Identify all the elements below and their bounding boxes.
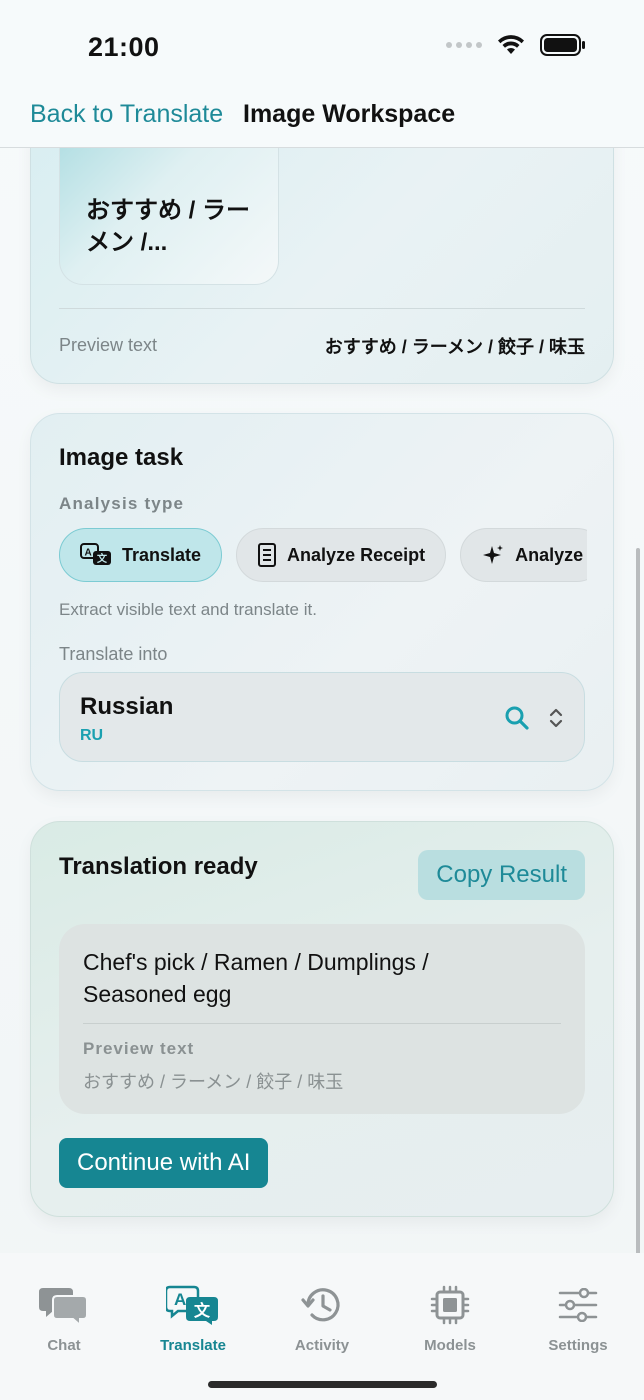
- chevron-up-down-icon: [549, 708, 563, 728]
- copy-result-button[interactable]: Copy Result: [418, 850, 585, 900]
- back-button[interactable]: Back to Translate: [30, 100, 223, 129]
- language-code: RU: [80, 727, 104, 744]
- receipt-icon: [257, 543, 277, 567]
- language-select[interactable]: Russian RU: [59, 672, 585, 762]
- translation-result-card: Translation ready Copy Result Chef's pic…: [30, 821, 614, 1217]
- result-box: Chef's pick / Ramen / Dumplings / Season…: [59, 924, 585, 1114]
- battery-icon: [540, 34, 585, 56]
- status-bar: 21:00: [0, 0, 644, 92]
- svg-text:文: 文: [97, 552, 108, 565]
- preview-value: おすすめ / ラーメン / 餃子 / 味玉: [83, 1072, 344, 1092]
- card-title: Translation ready: [59, 853, 258, 880]
- preview-label: Preview text: [83, 1039, 195, 1058]
- chip-translate[interactable]: A 文 Translate: [59, 528, 223, 582]
- tab-label: Chat: [47, 1337, 81, 1354]
- image-task-card: Image task Analysis type A 文 Translate A…: [30, 413, 614, 791]
- history-icon: [301, 1283, 343, 1327]
- translate-icon: A 文: [80, 543, 112, 567]
- chip-label: Analyze: [515, 544, 584, 565]
- analysis-type-chips[interactable]: A 文 Translate Analyze Receipt Analyze: [59, 528, 587, 584]
- wifi-icon: [498, 35, 524, 54]
- analysis-type-label: Analysis type: [59, 494, 185, 513]
- image-preview-card: おすすめ / ラーメン /... Preview text おすすめ / ラーメ…: [30, 148, 614, 384]
- tab-bar: Chat A 文 Translate Activity Models Setti…: [0, 1253, 644, 1400]
- scroll-content[interactable]: おすすめ / ラーメン /... Preview text おすすめ / ラーメ…: [0, 148, 644, 1253]
- chip-analyze[interactable]: Analyze: [460, 528, 587, 582]
- home-indicator[interactable]: [208, 1381, 437, 1388]
- divider: [59, 308, 585, 309]
- status-time: 21:00: [88, 32, 160, 62]
- language-name: Russian: [80, 693, 174, 720]
- chip-analyze-receipt[interactable]: Analyze Receipt: [236, 528, 447, 582]
- page-title: Image Workspace: [243, 100, 456, 128]
- status-icons: [446, 34, 586, 56]
- cellular-signal-icon: [446, 42, 482, 48]
- tab-chat[interactable]: Chat: [4, 1283, 124, 1354]
- tab-activity[interactable]: Activity: [262, 1283, 382, 1354]
- sparkle-icon: [481, 543, 505, 567]
- tab-label: Settings: [548, 1337, 608, 1354]
- analysis-description: Extract visible text and translate it.: [59, 600, 317, 619]
- chip-label: Analyze Receipt: [287, 544, 426, 565]
- preview-label: Preview text: [59, 335, 158, 355]
- search-icon[interactable]: [504, 705, 530, 731]
- tab-translate[interactable]: A 文 Translate: [133, 1283, 253, 1354]
- card-title: Image task: [59, 444, 184, 471]
- translated-text: Chef's pick / Ramen / Dumplings / Season…: [83, 949, 429, 1007]
- chip-icon: [430, 1283, 470, 1327]
- tab-label: Activity: [294, 1337, 350, 1354]
- translate-icon: A 文: [166, 1283, 220, 1327]
- thumbnail-text: おすすめ / ラーメン /...: [86, 197, 251, 256]
- tab-settings[interactable]: Settings: [518, 1283, 638, 1354]
- svg-text:A: A: [174, 1290, 186, 1309]
- chip-label: Translate: [122, 544, 202, 565]
- preview-value: おすすめ / ラーメン / 餃子 / 味玉: [324, 337, 585, 357]
- svg-text:A: A: [85, 548, 92, 559]
- scrollbar[interactable]: [636, 548, 640, 1274]
- divider: [83, 1023, 561, 1024]
- image-thumbnail[interactable]: おすすめ / ラーメン /...: [59, 148, 279, 285]
- sliders-icon: [558, 1283, 598, 1327]
- continue-with-ai-button[interactable]: Continue with AI: [59, 1138, 269, 1188]
- navigation-bar: Back to Translate Image Workspace: [0, 92, 644, 148]
- svg-text:文: 文: [194, 1301, 211, 1320]
- tab-models[interactable]: Models: [390, 1283, 510, 1354]
- tab-label: Models: [424, 1337, 476, 1354]
- chat-icon: [39, 1283, 89, 1327]
- tab-label: Translate: [160, 1337, 226, 1354]
- translate-into-label: Translate into: [59, 644, 168, 664]
